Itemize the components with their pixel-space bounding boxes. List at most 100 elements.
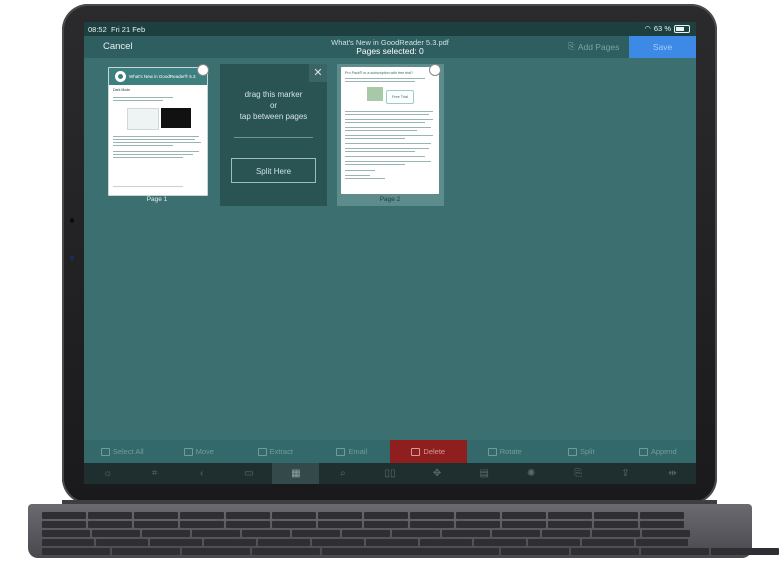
camera: [70, 218, 74, 223]
keyboard-key: [548, 521, 592, 528]
split-icon: [567, 447, 577, 456]
keyboard-key: [582, 539, 634, 546]
split-instructions: drag this marker or tap between pages: [239, 90, 308, 121]
pro-pack-icon: [367, 87, 383, 101]
keyboard-key: [442, 530, 490, 537]
free-trial-badge: Free Trial: [386, 90, 414, 104]
resize-icon[interactable]: ⇹: [649, 463, 696, 484]
keyboard-key: [226, 521, 270, 528]
keyboard-key: [204, 539, 256, 546]
keyboard-key: [272, 512, 316, 519]
split-marker[interactable]: ✕ drag this marker or tap between pages …: [220, 64, 327, 206]
page-2-select-circle[interactable]: [429, 64, 441, 76]
keyboard-key: [642, 530, 690, 537]
move-button[interactable]: Move: [161, 440, 238, 463]
keyboard-key: [88, 512, 132, 519]
keyboard-key: [456, 521, 500, 528]
keyboard-key: [548, 512, 592, 519]
bottom-toolbar: ☼ ⌗ ‹ ▭ ▦ ⌕ ▯▯ ✥ ▤ ✺ ⎘ ⇪ ⇹: [84, 463, 696, 484]
email-icon: [336, 447, 346, 456]
keyboard-key: [392, 530, 440, 537]
page-1-select-circle[interactable]: [197, 64, 209, 76]
keyboard-key: [528, 539, 580, 546]
battery-icon: [674, 24, 690, 33]
keyboard-key: [226, 512, 270, 519]
keyboard-key: [134, 512, 178, 519]
back-icon[interactable]: ‹: [178, 463, 225, 484]
page-2-heading: Pro Pack® or a subscription with free tr…: [345, 71, 413, 75]
keyboard-key: [242, 530, 290, 537]
keyboard-key: [96, 539, 148, 546]
brightness-icon[interactable]: ☼: [84, 463, 131, 484]
page-1-header: What's New in GoodReader® 5.3: [109, 68, 207, 85]
keyboard-key: [364, 512, 408, 519]
email-button[interactable]: Email: [314, 440, 391, 463]
page-1-label: Page 1: [146, 196, 168, 203]
keyboard-key: [192, 530, 240, 537]
keyboard-key: [502, 521, 546, 528]
keyboard-key: [594, 512, 638, 519]
keyboard-key: [150, 539, 202, 546]
keyboard-key: [410, 512, 454, 519]
battery-text: 63 %: [653, 24, 671, 33]
divider: [234, 137, 313, 138]
keyboard-key: [456, 512, 500, 519]
add-page-icon: ⎘: [568, 41, 575, 51]
keyboard-key: [42, 530, 90, 537]
delete-button[interactable]: Delete: [390, 440, 467, 463]
goodreader-eye-icon: [115, 71, 126, 82]
status-time: 08:52 Fri 21 Feb: [88, 25, 146, 34]
status-bar: 08:52 Fri 21 Feb ◠ 63 %: [84, 22, 696, 36]
add-pages-button[interactable]: ⎘ Add Pages: [568, 41, 619, 52]
crop-icon[interactable]: ⌗: [131, 463, 178, 484]
screen: 08:52 Fri 21 Feb ◠ 63 % Cancel What's Ne…: [84, 22, 696, 484]
book-icon[interactable]: ▭: [225, 463, 272, 484]
close-icon[interactable]: ✕: [309, 64, 327, 82]
keyboard-key: [592, 530, 640, 537]
split-here-button[interactable]: Split Here: [231, 158, 316, 183]
save-button[interactable]: Save: [629, 36, 696, 58]
keyboard-key: [474, 539, 526, 546]
keyboard-key: [252, 548, 320, 555]
append-icon: [638, 447, 648, 456]
keyboard: [28, 504, 779, 558]
keyboard-key: [640, 548, 709, 555]
keyboard-key: [364, 521, 408, 528]
settings-icon[interactable]: ✺: [508, 463, 555, 484]
keyboard-key: [42, 512, 86, 519]
keyboard-key: [410, 521, 454, 528]
search-icon[interactable]: ⌕: [319, 463, 366, 484]
keyboard-key: [502, 512, 546, 519]
rotate-button[interactable]: Rotate: [467, 440, 544, 463]
page-thumbnail-2[interactable]: Pro Pack® or a subscription with free tr…: [341, 67, 439, 194]
share-icon[interactable]: ⇪: [602, 463, 649, 484]
select-all-button[interactable]: Select All: [84, 440, 161, 463]
keyboard-key: [92, 530, 140, 537]
light-mode-preview: [127, 108, 159, 130]
keyboard-key: [342, 530, 390, 537]
wifi-icon: ◠: [644, 24, 651, 33]
keyboard-key: [366, 539, 418, 546]
keyboard-key: [42, 548, 110, 555]
document-icon[interactable]: ▤: [461, 463, 508, 484]
two-pages-icon[interactable]: ▯▯: [366, 463, 413, 484]
keyboard-key: [312, 539, 364, 546]
pan-icon[interactable]: ✥: [414, 463, 461, 484]
split-button[interactable]: Split: [543, 440, 620, 463]
keyboard-key: [542, 530, 590, 537]
grid-icon[interactable]: ▦: [272, 463, 320, 484]
keyboard-key: [292, 530, 340, 537]
keyboard-key: [318, 512, 362, 519]
append-button[interactable]: Append: [620, 440, 697, 463]
file-settings-icon[interactable]: ⎘: [555, 463, 602, 484]
keyboard-key: [500, 548, 569, 555]
keyboard-key: [88, 521, 132, 528]
page-thumbnail-1[interactable]: What's New in GoodReader® 5.3 Dark Mode: [108, 67, 208, 196]
keyboard-key: [710, 548, 779, 555]
keyboard-key: [636, 539, 688, 546]
keyboard-key: [180, 521, 224, 528]
keyboard-key: [492, 530, 540, 537]
extract-button[interactable]: Extract: [237, 440, 314, 463]
select-all-icon: [100, 447, 110, 456]
dark-mode-preview: [161, 108, 191, 128]
